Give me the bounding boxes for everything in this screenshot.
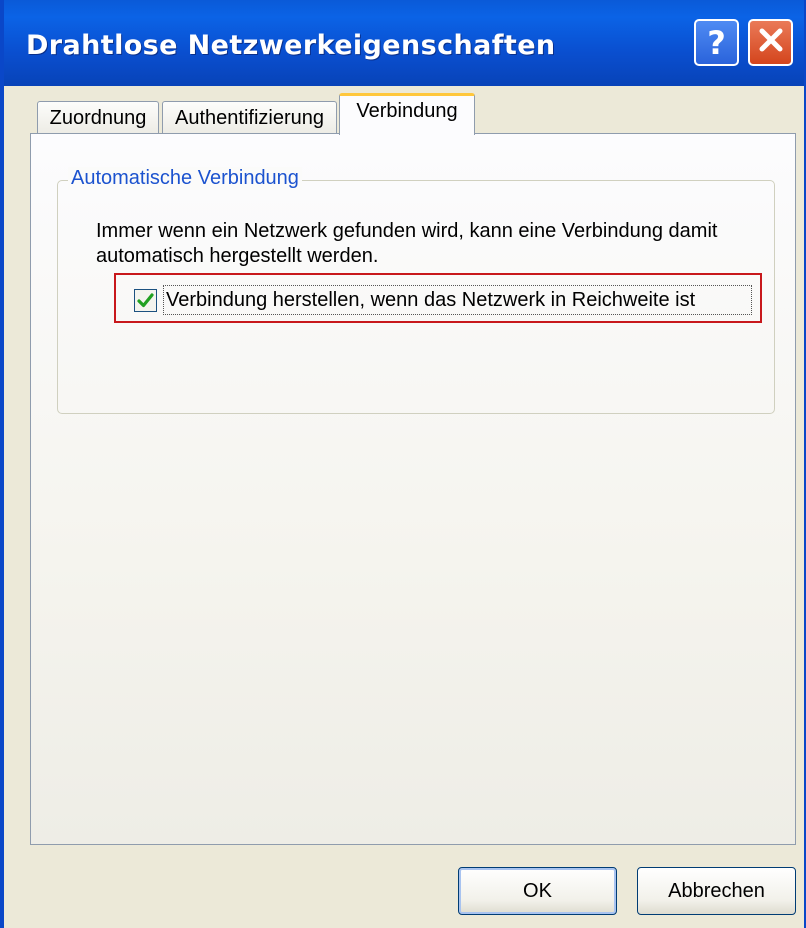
description-text: Immer wenn ein Netzwerk gefunden wird, k… [96, 220, 718, 267]
cancel-button[interactable]: Abbrechen [637, 867, 796, 915]
title-bar[interactable]: Drahtlose Netzwerkeigenschaften ? [4, 0, 804, 86]
dialog-window: Drahtlose Netzwerkeigenschaften ? Zuordn… [0, 0, 806, 928]
tab-zuordnung[interactable]: Zuordnung [37, 101, 159, 135]
auto-connect-label[interactable]: Verbindung herstellen, wenn das Netzwerk… [163, 285, 752, 315]
tab-label: Zuordnung [49, 107, 147, 129]
tab-strip: Zuordnung Authentifizierung Verbindung [34, 93, 794, 135]
auto-connect-checkbox[interactable] [134, 289, 157, 312]
checkmark-icon [137, 293, 154, 308]
groupbox-title: Automatische Verbindung [68, 167, 302, 190]
window-title: Drahtlose Netzwerkeigenschaften [26, 30, 556, 61]
tab-panel-verbindung: Automatische Verbindung Immer wenn ein N… [30, 133, 796, 845]
tab-label: Authentifizierung [175, 107, 324, 129]
help-icon: ? [707, 23, 726, 62]
tab-label: Verbindung [356, 100, 458, 122]
help-button[interactable]: ? [694, 19, 739, 66]
close-button[interactable] [748, 19, 793, 66]
groupbox-automatic-connection: Automatische Verbindung Immer wenn ein N… [57, 167, 775, 414]
tab-verbindung[interactable]: Verbindung [339, 93, 475, 135]
tab-authentifizierung[interactable]: Authentifizierung [162, 101, 337, 135]
ok-button[interactable]: OK [458, 867, 617, 915]
close-icon [757, 26, 785, 59]
